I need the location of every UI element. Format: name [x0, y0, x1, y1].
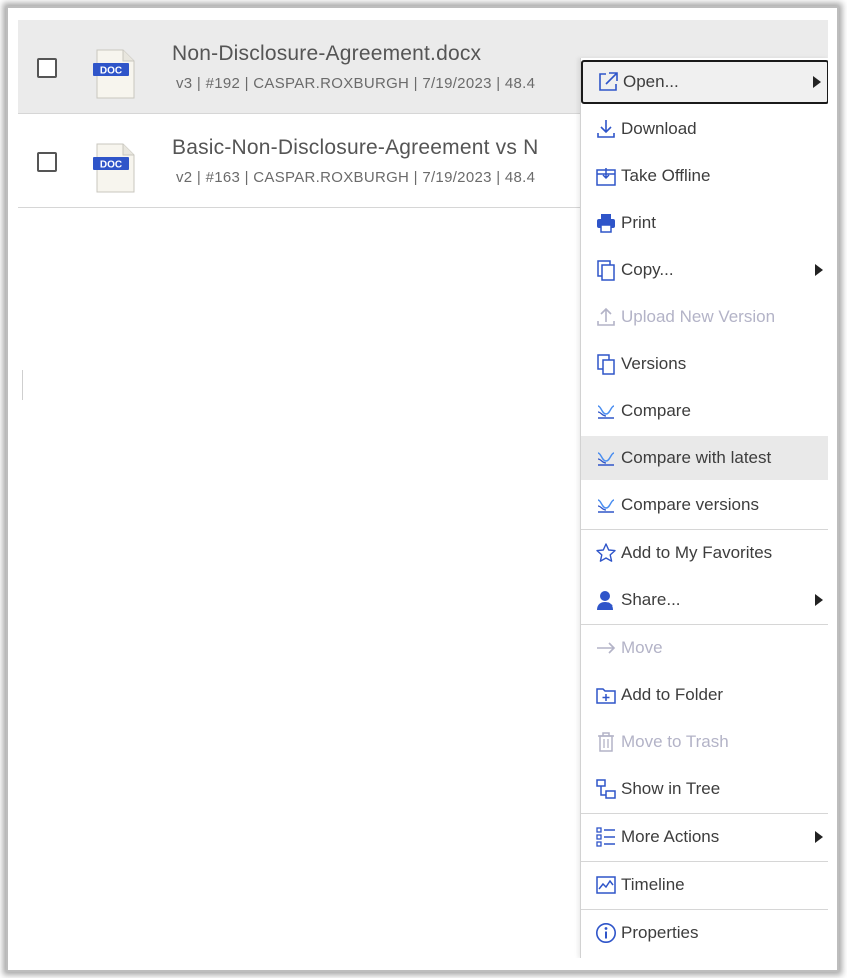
file-meta: v2 | #163 | CASPAR.ROXBURGH | 7/19/2023 … [176, 169, 536, 186]
menu-item-compare-versions[interactable]: Compare versions [581, 483, 828, 527]
menu-item-label: Share... [621, 590, 681, 609]
menu-item-label: Add to My Favorites [621, 543, 773, 562]
submenu-arrow-icon [813, 76, 821, 88]
submenu-arrow-icon [815, 594, 823, 606]
download-icon [594, 117, 618, 141]
menu-item-more-actions[interactable]: More Actions [581, 815, 828, 859]
menu-item-print[interactable]: Print [581, 201, 828, 245]
file-name[interactable]: Basic-Non-Disclosure-Agreement vs N [172, 136, 538, 160]
menu-item-label: Compare [621, 401, 691, 420]
menu-item-label: Move [621, 638, 663, 657]
menu-item-label: Versions [621, 354, 687, 373]
add-folder-icon [594, 683, 618, 707]
menu-item-label: Print [621, 213, 656, 232]
menu-item-label: More Actions [621, 827, 720, 846]
compare-icon [594, 399, 618, 423]
take-offline-icon [594, 164, 618, 188]
menu-item-label: Download [621, 119, 697, 138]
menu-item-label: Add to Folder [621, 685, 724, 704]
doc-file-icon: DOC [93, 49, 135, 99]
open-external-icon [596, 70, 620, 94]
menu-item-properties[interactable]: Properties [581, 911, 828, 955]
row-checkbox[interactable] [37, 152, 57, 172]
share-person-icon [594, 588, 618, 612]
menu-separator [581, 529, 828, 530]
menu-item-label: Show in Tree [621, 779, 721, 798]
context-menu: Open... Download Take Offline Print Copy… [580, 58, 828, 958]
timeline-chart-icon [594, 873, 618, 897]
info-icon [594, 921, 618, 945]
doc-badge-label: DOC [100, 160, 122, 171]
menu-separator [581, 813, 828, 814]
printer-icon [594, 211, 618, 235]
menu-item-download[interactable]: Download [581, 107, 828, 151]
file-meta: v3 | #192 | CASPAR.ROXBURGH | 7/19/2023 … [176, 75, 536, 92]
versions-icon [594, 352, 618, 376]
menu-item-upload-new-version[interactable]: Upload New Version [581, 295, 828, 339]
menu-item-label: Compare versions [621, 495, 759, 514]
file-list-viewport: DOC Non-Disclosure-Agreement.docx v3 | #… [18, 20, 828, 958]
menu-item-label: Move to Trash [621, 732, 729, 751]
menu-item-move-to-trash[interactable]: Move to Trash [581, 720, 828, 764]
file-name[interactable]: Non-Disclosure-Agreement.docx [172, 42, 481, 66]
copy-icon [594, 258, 618, 282]
menu-item-timeline[interactable]: Timeline [581, 863, 828, 907]
submenu-arrow-icon [815, 831, 823, 843]
menu-item-copy[interactable]: Copy... [581, 248, 828, 292]
panel-splitter[interactable] [22, 370, 23, 400]
compare-icon [594, 493, 618, 517]
menu-item-label: Properties [621, 923, 699, 942]
tree-icon [594, 777, 618, 801]
menu-item-add-to-favorites[interactable]: Add to My Favorites [581, 531, 828, 575]
doc-file-icon: DOC [93, 143, 135, 193]
arrow-right-icon [594, 636, 618, 660]
menu-item-take-offline[interactable]: Take Offline [581, 154, 828, 198]
menu-item-compare[interactable]: Compare [581, 389, 828, 433]
compare-icon [594, 446, 618, 470]
menu-separator [581, 861, 828, 862]
menu-item-label: Compare with latest [621, 448, 772, 467]
menu-item-show-in-tree[interactable]: Show in Tree [581, 767, 828, 811]
star-icon [594, 541, 618, 565]
menu-item-label: Timeline [621, 875, 685, 894]
menu-item-versions[interactable]: Versions [581, 342, 828, 386]
menu-item-move[interactable]: Move [581, 626, 828, 670]
menu-item-open[interactable]: Open... [581, 60, 828, 104]
menu-item-label: Open... [623, 72, 679, 91]
menu-separator [581, 624, 828, 625]
submenu-arrow-icon [815, 264, 823, 276]
menu-item-label: Copy... [621, 260, 674, 279]
upload-icon [594, 305, 618, 329]
menu-item-compare-with-latest[interactable]: Compare with latest [581, 436, 828, 480]
menu-item-label: Take Offline [621, 166, 711, 185]
menu-item-label: Upload New Version [621, 307, 776, 326]
doc-badge-label: DOC [100, 66, 122, 77]
trash-icon [594, 730, 618, 754]
menu-item-add-to-folder[interactable]: Add to Folder [581, 673, 828, 717]
list-icon [594, 825, 618, 849]
menu-item-share[interactable]: Share... [581, 578, 828, 622]
menu-separator [581, 909, 828, 910]
window-frame: DOC Non-Disclosure-Agreement.docx v3 | #… [0, 0, 847, 978]
row-checkbox[interactable] [37, 58, 57, 78]
